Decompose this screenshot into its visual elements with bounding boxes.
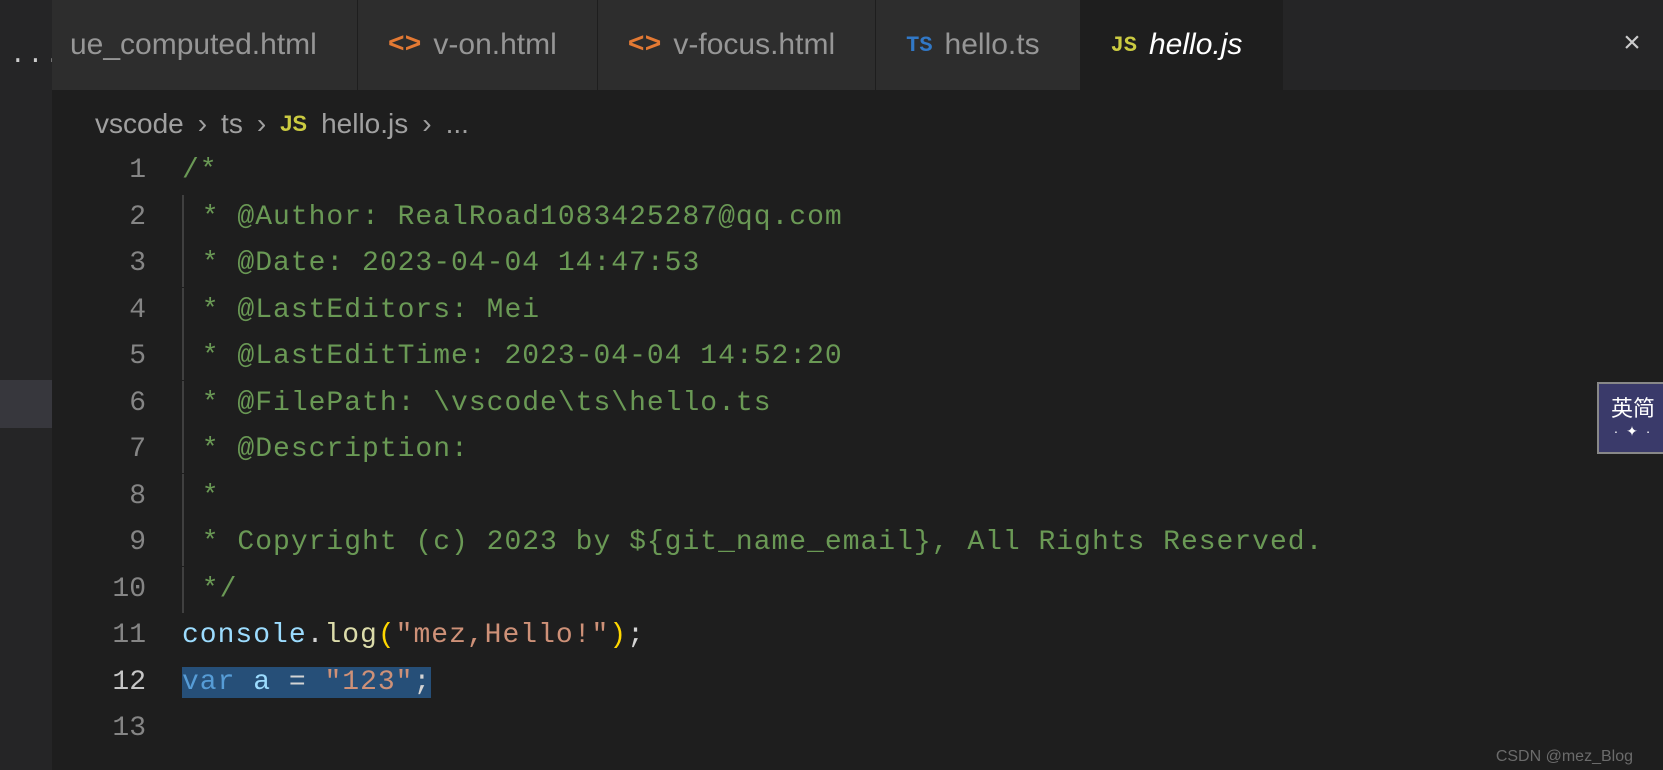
code-line: 7 * @Description: (52, 427, 1663, 474)
tab-ue-computed[interactable]: ue_computed.html (52, 0, 358, 90)
breadcrumb-file[interactable]: hello.js (321, 108, 408, 140)
tabs-row: ue_computed.html <> v-on.html <> v-focus… (52, 0, 1663, 90)
token-identifier: a (253, 667, 271, 698)
comment: * Copyright (c) 2023 by ${git_name_email… (184, 527, 1341, 558)
tab-label: hello.ts (945, 28, 1040, 62)
ts-icon: TS (906, 33, 932, 58)
token-string: "mez,Hello!" (396, 620, 610, 651)
line-number: 1 (52, 148, 182, 195)
tab-label: v-focus.html (673, 28, 835, 62)
token-punc: ; (627, 620, 645, 651)
line-number: 3 (52, 241, 182, 288)
line-number: 8 (52, 474, 182, 521)
comment: * @Date: 2023-04-04 14:47:53 (184, 248, 700, 279)
token-paren: ) (609, 620, 627, 651)
code-line: 11console.log("mez,Hello!"); (52, 613, 1663, 660)
code-line: 1/* (52, 148, 1663, 195)
breadcrumb[interactable]: vscode › ts › JS hello.js › ... (95, 100, 469, 148)
token-paren: ( (378, 620, 396, 651)
code-line: 8 * (52, 474, 1663, 521)
line-number: 13 (52, 706, 182, 753)
token-op: = (271, 667, 324, 698)
line-number: 12 (52, 660, 182, 707)
code-line: 10 */ (52, 567, 1663, 614)
chevron-right-icon: › (198, 108, 207, 140)
breadcrumb-part[interactable]: vscode (95, 108, 184, 140)
code-line: 2 * @Author: RealRoad1083425287@qq.com (52, 195, 1663, 242)
js-icon: JS (1111, 33, 1137, 58)
comment: * @LastEditTime: 2023-04-04 14:52:20 (184, 341, 843, 372)
line-number: 6 (52, 381, 182, 428)
code-editor[interactable]: 1/* 2 * @Author: RealRoad1083425287@qq.c… (52, 148, 1663, 770)
js-icon: JS (280, 111, 307, 137)
token-string: "123" (324, 667, 413, 698)
line-number: 10 (52, 567, 182, 614)
tab-v-on[interactable]: <> v-on.html (358, 0, 598, 90)
breadcrumb-trailing[interactable]: ... (446, 108, 469, 140)
watermark: CSDN @mez_Blog (1496, 748, 1633, 766)
code-line: 4 * @LastEditors: Mei (52, 288, 1663, 335)
comment: */ (184, 574, 237, 605)
html-icon: <> (388, 30, 422, 61)
ime-text: 英简 (1611, 398, 1655, 420)
line-number: 2 (52, 195, 182, 242)
tab-label: hello.js (1149, 28, 1242, 62)
close-tab-button[interactable]: × (1611, 0, 1653, 90)
activity-bar: ... (0, 0, 52, 770)
sidebar-marker (0, 380, 52, 428)
tab-hello-ts[interactable]: TS hello.ts (876, 0, 1080, 90)
line-number: 7 (52, 427, 182, 474)
ime-widget[interactable]: 英简 · ✦ · (1597, 382, 1663, 454)
code-line: 12var a = "123"; (52, 660, 1663, 707)
code-line: 6 * @FilePath: \vscode\ts\hello.ts (52, 381, 1663, 428)
line-number: 11 (52, 613, 182, 660)
breadcrumb-part[interactable]: ts (221, 108, 243, 140)
line-number: 5 (52, 334, 182, 381)
ime-sub: · ✦ · (1614, 424, 1653, 438)
comment: * (184, 481, 237, 512)
html-icon: <> (628, 30, 662, 61)
token-function: log (324, 620, 377, 651)
code-line: 3 * @Date: 2023-04-04 14:47:53 (52, 241, 1663, 288)
code-line: 9 * Copyright (c) 2023 by ${git_name_ema… (52, 520, 1663, 567)
tab-label: ue_computed.html (70, 28, 317, 62)
code-line: 13 (52, 706, 1663, 753)
tab-hello-js[interactable]: JS hello.js (1081, 0, 1284, 90)
token-keyword: var (182, 667, 235, 698)
comment: /* (182, 155, 218, 186)
comment: * @FilePath: \vscode\ts\hello.ts (184, 388, 772, 419)
token-punc: . (307, 620, 325, 651)
chevron-right-icon: › (422, 108, 431, 140)
tab-label: v-on.html (433, 28, 556, 62)
token-space (235, 667, 253, 698)
tab-v-focus[interactable]: <> v-focus.html (598, 0, 876, 90)
comment: * @Description: (184, 434, 487, 465)
line-number: 9 (52, 520, 182, 567)
line-number: 4 (52, 288, 182, 335)
chevron-right-icon: › (257, 108, 266, 140)
token-punc: ; (413, 667, 431, 698)
comment: * @Author: RealRoad1083425287@qq.com (184, 202, 843, 233)
code-line: 5 * @LastEditTime: 2023-04-04 14:52:20 (52, 334, 1663, 381)
token-identifier: console (182, 620, 307, 651)
comment: * @LastEditors: Mei (184, 295, 540, 326)
